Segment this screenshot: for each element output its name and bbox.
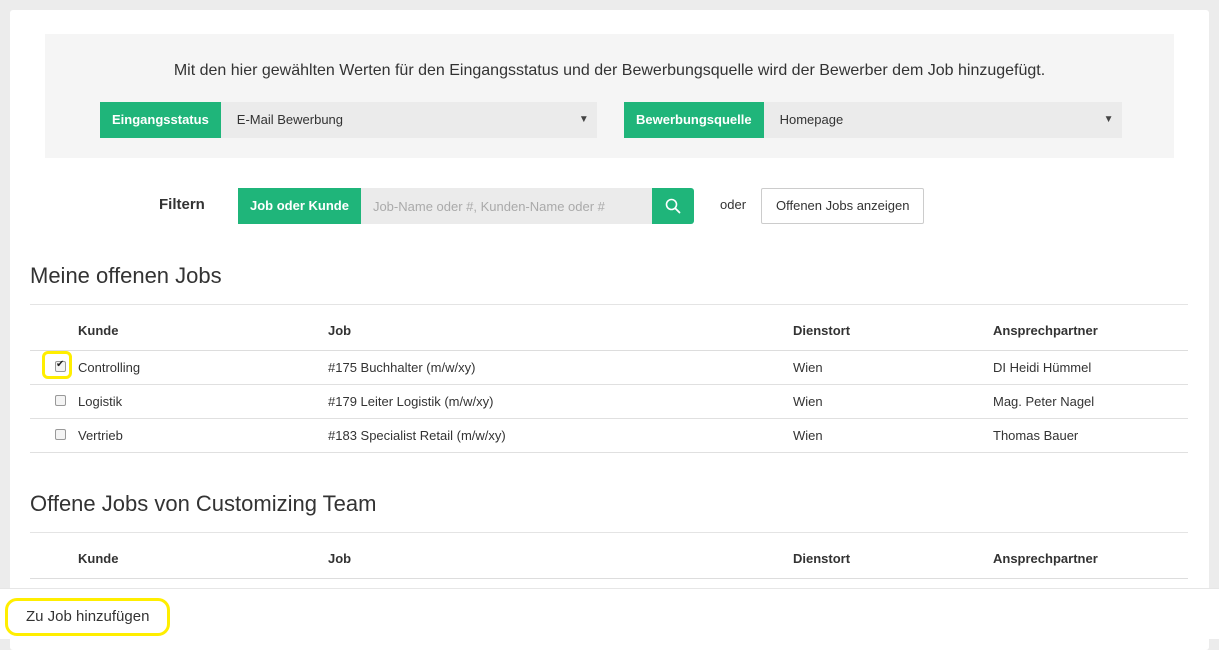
main-card: Mit den hier gewählten Werten für den Ei… (10, 10, 1209, 650)
col-ansprechpartner: Ansprechpartner (993, 538, 1188, 579)
or-text: oder (720, 197, 747, 212)
eingangsstatus-value: E-Mail Bewerbung (236, 112, 344, 127)
team-jobs-title: Offene Jobs von Customizing Team (30, 491, 377, 516)
intro-panel: Mit den hier gewählten Werten für den Ei… (45, 34, 1174, 158)
cell-ansprechpartner: Mag. Peter Nagel (993, 384, 1188, 419)
row-checkbox[interactable] (55, 429, 66, 440)
bewerbungsquelle-group: Bewerbungsquelle Homepage ▼ (624, 102, 1122, 138)
table-row[interactable]: Controlling #175 Buchhalter (m/w/xy) Wie… (30, 350, 1188, 385)
divider (30, 532, 1188, 533)
eingangsstatus-group: Eingangsstatus E-Mail Bewerbung ▼ (100, 102, 597, 138)
show-open-jobs-button[interactable]: Offenen Jobs anzeigen (761, 188, 925, 224)
cell-dienstort: Wien (793, 384, 993, 419)
my-jobs-table: Kunde Job Dienstort Ansprechpartner Cont… (30, 310, 1188, 453)
col-dienstort: Dienstort (793, 310, 993, 351)
col-dienstort: Dienstort (793, 538, 993, 579)
divider (30, 304, 1188, 305)
caret-down-icon: ▼ (1103, 114, 1114, 125)
filter-label: Filtern (159, 196, 205, 213)
cell-dienstort: Wien (793, 418, 993, 453)
job-search-input[interactable] (360, 188, 652, 224)
intro-text: Mit den hier gewählten Werten für den Ei… (173, 62, 1046, 79)
cell-job: #175 Buchhalter (m/w/xy) (328, 350, 793, 385)
col-job: Job (328, 310, 793, 351)
add-to-job-button[interactable]: Zu Job hinzufügen (5, 598, 171, 636)
table-header-row: Kunde Job Dienstort Ansprechpartner (30, 310, 1188, 351)
filter-group: Job oder Kunde (238, 188, 694, 224)
eingangsstatus-label: Eingangsstatus (100, 102, 221, 138)
cell-ansprechpartner: DI Heidi Hümmel (993, 350, 1188, 385)
table-row[interactable]: Logistik #179 Leiter Logistik (m/w/xy) W… (30, 384, 1188, 419)
col-kunde: Kunde (78, 310, 328, 351)
bewerbungsquelle-label: Bewerbungsquelle (624, 102, 764, 138)
cell-kunde: Vertrieb (78, 418, 328, 453)
search-icon (665, 198, 681, 214)
bewerbungsquelle-value: Homepage (779, 112, 844, 127)
row-checkbox[interactable] (55, 359, 66, 372)
eingangsstatus-select[interactable]: E-Mail Bewerbung ▼ (220, 102, 597, 138)
table-row[interactable]: Vertrieb #183 Specialist Retail (m/w/xy)… (30, 418, 1188, 453)
cell-kunde: Controlling (78, 350, 328, 385)
bottom-action-bar: Zu Job hinzufügen (0, 588, 1219, 639)
search-button[interactable] (651, 188, 694, 224)
cell-job: #179 Leiter Logistik (m/w/xy) (328, 384, 793, 419)
table-header-row: Kunde Job Dienstort Ansprechpartner (30, 538, 1188, 579)
my-jobs-title: Meine offenen Jobs (30, 263, 222, 288)
cell-dienstort: Wien (793, 350, 993, 385)
caret-down-icon: ▼ (578, 114, 589, 125)
cell-ansprechpartner: Thomas Bauer (993, 418, 1188, 453)
filter-tag: Job oder Kunde (238, 188, 361, 224)
cell-kunde: Logistik (78, 384, 328, 419)
col-ansprechpartner: Ansprechpartner (993, 310, 1188, 351)
cell-job: #183 Specialist Retail (m/w/xy) (328, 418, 793, 453)
col-kunde: Kunde (78, 538, 328, 579)
bewerbungsquelle-select[interactable]: Homepage ▼ (763, 102, 1122, 138)
row-checkbox[interactable] (55, 395, 66, 406)
col-job: Job (328, 538, 793, 579)
